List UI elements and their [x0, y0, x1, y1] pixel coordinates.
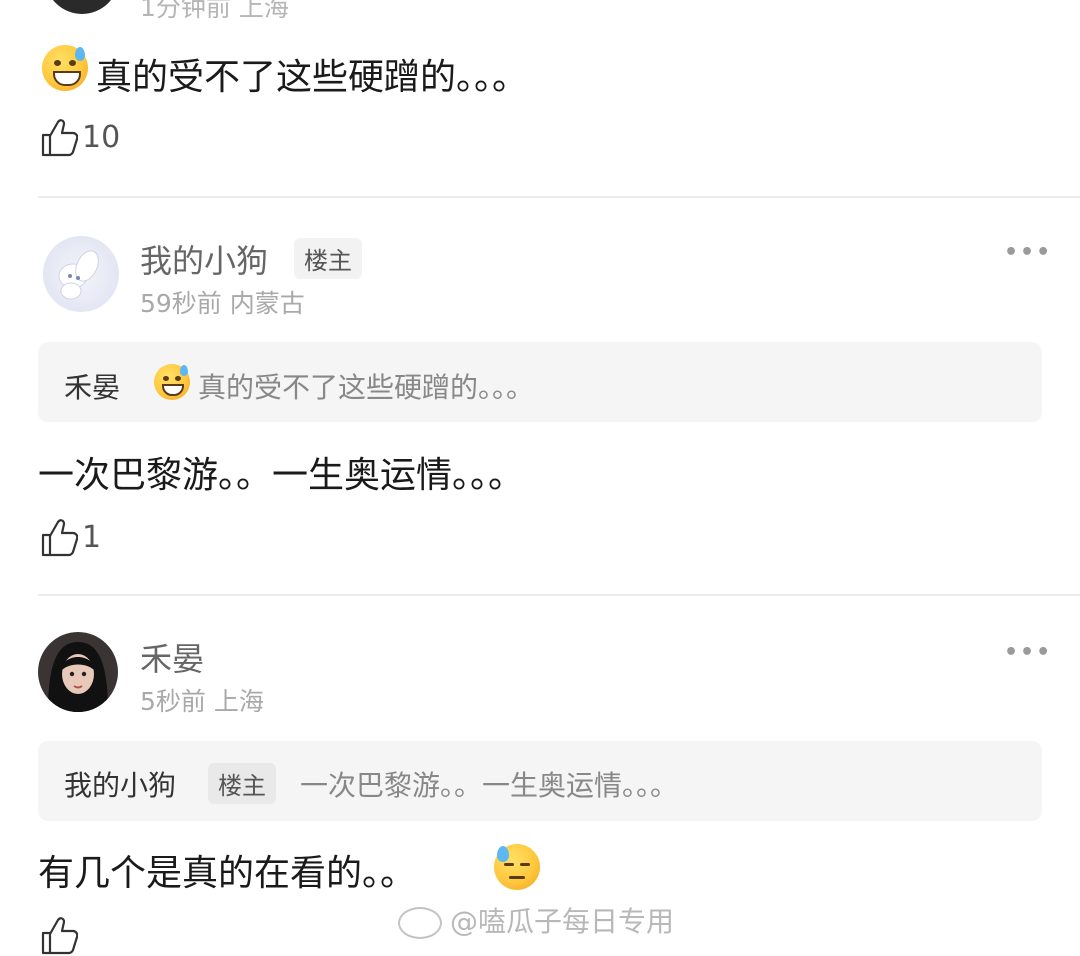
- divider: [38, 196, 1080, 198]
- divider: [38, 594, 1080, 596]
- comment-content: 有几个是真的在看的。。: [38, 853, 417, 894]
- comment-meta: 5秒前 上海: [140, 687, 264, 716]
- comment-meta: 59秒前 内蒙古: [140, 289, 305, 318]
- like-count: 10: [82, 120, 121, 155]
- avatar[interactable]: [45, 0, 119, 14]
- thumbs-up-icon: [41, 917, 78, 955]
- watermark: @嗑瓜子每日专用: [398, 900, 674, 940]
- username[interactable]: 我的小狗: [140, 236, 268, 282]
- avatar[interactable]: [43, 236, 119, 312]
- more-dots-icon[interactable]: •••: [1004, 240, 1052, 265]
- username[interactable]: 禾晏: [140, 634, 204, 680]
- quote-author: 我的小狗: [64, 769, 177, 802]
- weibo-logo-icon: [398, 907, 442, 939]
- thumbs-up-icon: [41, 119, 78, 157]
- comment-meta: 1分钟前 上海: [140, 0, 289, 22]
- quote-text: 一次巴黎游。。一生奥运情。。。: [300, 769, 679, 802]
- downcast-sweat-emoji-icon: [494, 844, 540, 890]
- like-button[interactable]: [40, 518, 78, 558]
- puppy-avatar-icon: [58, 250, 99, 300]
- quote-author: 禾晏: [64, 371, 121, 404]
- comment-content: 一次巴黎游。。一生奥运情。。。: [38, 455, 525, 496]
- sweat-smile-emoji-icon: [42, 45, 88, 91]
- more-dots-icon[interactable]: •••: [1004, 640, 1052, 665]
- quote-text: 真的受不了这些硬蹭的。。。: [198, 371, 535, 404]
- op-badge: 楼主: [294, 238, 362, 279]
- comment-content: 真的受不了这些硬蹭的。。。: [96, 57, 529, 98]
- watermark-text: @嗑瓜子每日专用: [450, 905, 675, 938]
- sweat-smile-emoji-icon: [154, 364, 190, 400]
- avatar[interactable]: [38, 632, 118, 712]
- girl-avatar-icon: [48, 642, 108, 712]
- like-button[interactable]: [40, 916, 78, 956]
- op-badge: 楼主: [208, 763, 276, 804]
- like-count: 1: [82, 520, 102, 555]
- thumbs-up-icon: [41, 519, 78, 557]
- like-button[interactable]: [40, 118, 78, 158]
